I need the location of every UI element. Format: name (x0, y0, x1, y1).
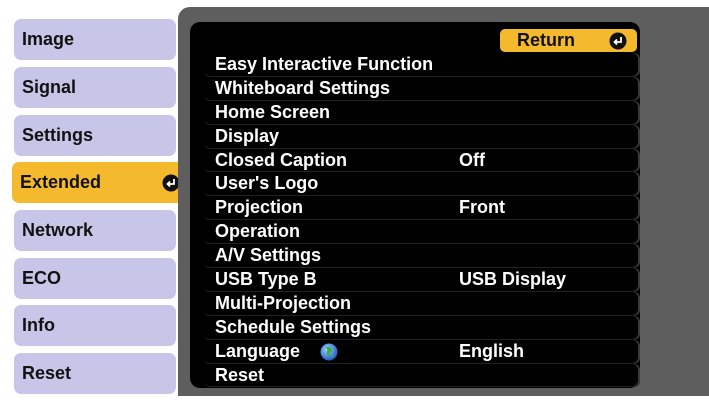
sidebar-item-label: Extended (20, 172, 102, 192)
sidebar-item-image[interactable]: Image (14, 19, 176, 60)
menu-item-label: Language (215, 340, 301, 361)
return-button[interactable]: Return (500, 29, 637, 52)
menu-item-label: Easy Interactive Function (215, 54, 434, 74)
sidebar-item-label: Info (22, 315, 55, 335)
extended-menu: Easy Interactive Function Whiteboard Set… (204, 53, 640, 388)
globe-icon (320, 343, 338, 361)
menu-item-language[interactable]: Language English (204, 339, 640, 364)
menu-item-label: USB Type B (215, 269, 317, 290)
menu-item-value: USB Display (459, 269, 567, 290)
menu-item-value: Off (459, 149, 485, 170)
menu-item-label: Whiteboard Settings (215, 77, 390, 98)
menu-item-label: A/V Settings (215, 245, 322, 266)
sidebar-item-label: Reset (22, 363, 72, 383)
menu-item-display[interactable]: Display (204, 124, 640, 149)
menu-item-usb-type-b[interactable]: USB Type B USB Display (204, 268, 640, 292)
sidebar-item-network[interactable]: Network (14, 210, 176, 251)
menu-item-av-settings[interactable]: A/V Settings (204, 244, 640, 269)
menu-item-value: Front (459, 197, 505, 218)
menu-item-value: English (459, 340, 525, 361)
sidebar-item-label: Settings (22, 125, 94, 145)
sidebar-item-label: ECO (22, 268, 62, 288)
menu-item-label: Closed Caption (215, 149, 348, 170)
menu-item-schedule-settings[interactable]: Schedule Settings (204, 315, 640, 340)
sidebar: Image Signal Settings Extended Network E… (0, 0, 192, 404)
menu-item-easy-interactive-function[interactable]: Easy Interactive Function (204, 53, 640, 77)
menu-item-operation[interactable]: Operation (204, 220, 640, 245)
sidebar-item-label: Image (22, 29, 75, 49)
menu-item-label: Projection (215, 197, 304, 218)
sidebar-item-extended[interactable]: Extended (12, 162, 192, 203)
return-button-label: Return (517, 30, 575, 50)
menu-item-whiteboard-settings[interactable]: Whiteboard Settings (204, 76, 640, 101)
sidebar-item-eco[interactable]: ECO (14, 258, 176, 299)
enter-icon (609, 32, 627, 49)
menu-item-label: Display (215, 125, 280, 146)
sidebar-item-label: Network (22, 220, 94, 240)
menu-item-closed-caption[interactable]: Closed Caption Off (204, 148, 640, 173)
menu-item-users-logo[interactable]: User's Logo (204, 172, 640, 197)
menu-item-multi-projection[interactable]: Multi-Projection (204, 291, 640, 316)
menu-item-projection[interactable]: Projection Front (204, 196, 640, 221)
menu-item-home-screen[interactable]: Home Screen (204, 100, 640, 125)
sidebar-item-label: Signal (22, 77, 77, 97)
menu-item-label: User's Logo (215, 173, 319, 194)
menu-item-label: Schedule Settings (215, 316, 372, 337)
menu-item-label: Home Screen (215, 101, 331, 122)
menu-item-reset[interactable]: Reset (204, 363, 640, 388)
sidebar-item-settings[interactable]: Settings (14, 115, 176, 156)
menu-item-label: Reset (215, 364, 265, 385)
menu-item-label: Multi-Projection (215, 292, 351, 313)
sidebar-item-reset[interactable]: Reset (14, 353, 176, 394)
sidebar-item-info[interactable]: Info (14, 305, 176, 346)
menu-item-label: Operation (215, 221, 301, 242)
sidebar-item-signal[interactable]: Signal (14, 67, 176, 108)
